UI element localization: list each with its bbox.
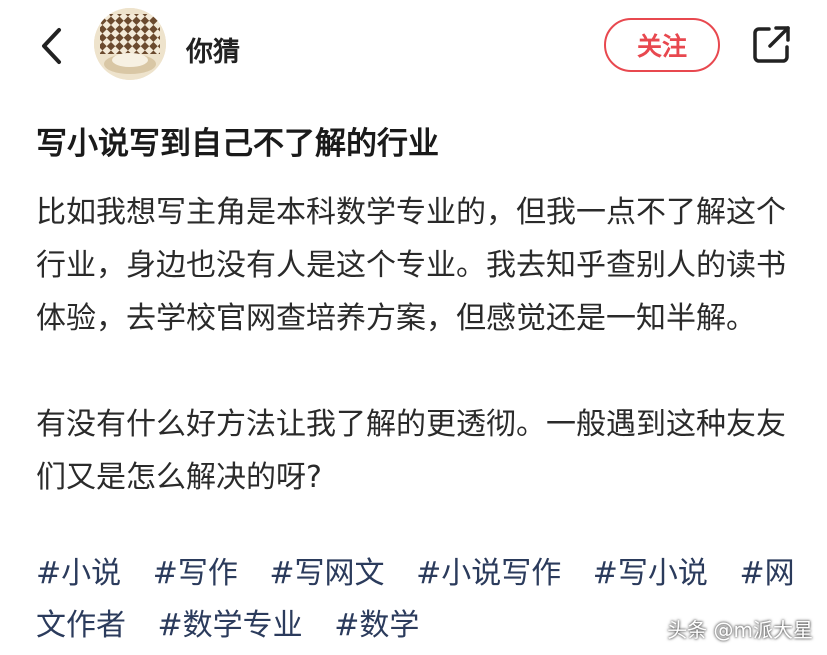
tag-link[interactable]: #写小说 bbox=[593, 556, 708, 591]
avatar[interactable] bbox=[94, 8, 166, 80]
post-paragraph: 比如我想写主角是本科数学专业的，但我一点不了解这个行业，身边也没有人是这个专业。… bbox=[36, 195, 786, 336]
tag-link[interactable]: #数学 bbox=[334, 608, 419, 643]
post-title: 写小说写到自己不了解的行业 bbox=[36, 126, 439, 162]
watermark: 头条 @m派大星 bbox=[667, 618, 813, 642]
tag-link[interactable]: #写作 bbox=[153, 556, 238, 591]
back-button[interactable] bbox=[34, 26, 70, 66]
header-bar: 你猜 关注 bbox=[0, 0, 827, 100]
share-icon bbox=[753, 26, 790, 63]
tag-link[interactable]: #写网文 bbox=[269, 556, 384, 591]
chevron-left-icon bbox=[42, 28, 61, 64]
tag-link[interactable]: #数学专业 bbox=[158, 608, 303, 643]
post-body: 比如我想写主角是本科数学专业的，但我一点不了解这个行业，身边也没有人是这个专业。… bbox=[36, 186, 791, 504]
tag-link[interactable]: #小说写作 bbox=[416, 556, 561, 591]
post-paragraph: 有没有什么好方法让我了解的更透彻。一般遇到这种友友们又是怎么解决的呀? bbox=[36, 407, 786, 495]
follow-button[interactable]: 关注 bbox=[604, 18, 720, 72]
username[interactable]: 你猜 bbox=[186, 30, 240, 69]
share-button[interactable] bbox=[748, 22, 794, 68]
avatar-image bbox=[94, 8, 166, 80]
tag-link[interactable]: #小说 bbox=[36, 556, 121, 591]
post-page: 你猜 关注 写小说写到自己不了解的行业 比如我想写主角是本科数学专业的，但我一点… bbox=[0, 0, 827, 655]
